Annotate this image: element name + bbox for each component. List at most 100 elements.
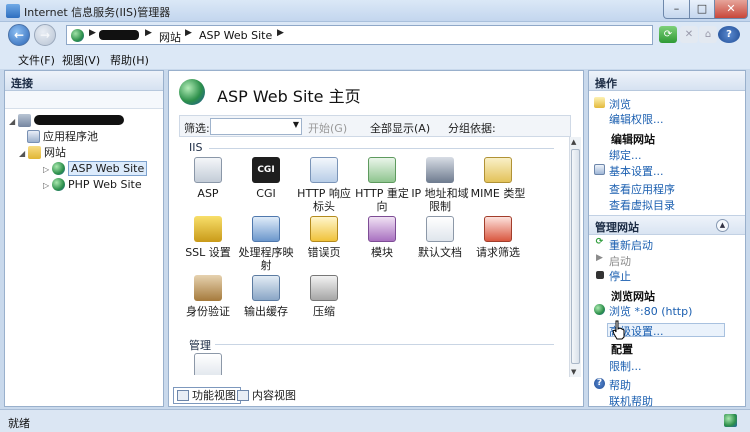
feature-http-redirect[interactable]: HTTP 重定向 [353, 157, 411, 213]
feature-label: 输出缓存 [244, 305, 288, 318]
tree-item-php-web-site[interactable]: ▷ PHP Web Site [43, 177, 142, 193]
actions-header: 操作 [589, 71, 745, 91]
expand-icon[interactable]: ▷ [43, 178, 52, 194]
redacted-server-name [99, 30, 139, 40]
app-pool-icon [27, 130, 40, 143]
action-view-applications[interactable]: 查看应用程序 [609, 181, 675, 197]
menu-bar: 文件(F) 视图(V) 帮助(H) [0, 48, 750, 69]
feature-label: SSL 设置 [185, 246, 231, 259]
feature-compression[interactable]: 压缩 [295, 275, 353, 318]
feature-output-cache[interactable]: 输出缓存 [237, 275, 295, 318]
action-stop[interactable]: 停止 [609, 268, 631, 284]
tab-content-view[interactable]: 内容视图 [233, 387, 301, 404]
feature-asp[interactable]: ASP [179, 157, 237, 200]
filter-bar: 筛选: ▼ 开始(G) 全部显示(A) 分组依据: [179, 115, 571, 137]
tree-item-sites[interactable]: ◢ 网站 [19, 145, 66, 161]
feature-label: 默认文档 [418, 246, 462, 259]
breadcrumb[interactable]: ▶ ▶ 网站 ▶ ASP Web Site ▶ [66, 25, 653, 45]
home-icon[interactable]: ⌂ [699, 26, 717, 43]
maximize-button[interactable]: □ [689, 0, 715, 19]
feature-mime[interactable]: MIME 类型 [469, 157, 527, 200]
page-title: ASP Web Site 主页 [179, 79, 579, 109]
feature-default-doc[interactable]: 默认文档 [411, 216, 469, 259]
action-online-help[interactable]: 联机帮助 [609, 393, 653, 409]
feature-error-pages[interactable]: 错误页 [295, 216, 353, 259]
menu-view[interactable]: 视图(V) [62, 52, 100, 68]
feature-ip-domain[interactable]: IP 地址和域限制 [411, 157, 469, 213]
back-icon[interactable]: ← [8, 24, 30, 46]
minimize-button[interactable]: – [663, 0, 690, 19]
start-button[interactable]: 开始(G) [308, 120, 347, 136]
feature-modules[interactable]: 模块 [353, 216, 411, 259]
scroll-down-icon[interactable]: ▼ [571, 368, 576, 376]
feature-label: 压缩 [313, 305, 335, 318]
action-help[interactable]: 帮助 [609, 377, 631, 393]
ip-restrictions-icon [426, 157, 454, 183]
feature-config-editor[interactable] [179, 353, 237, 375]
collapse-icon[interactable]: ◢ [9, 114, 18, 130]
menu-file[interactable]: 文件(F) [18, 52, 55, 68]
tree-item-app-pools[interactable]: 应用程序池 [27, 129, 98, 145]
breadcrumb-separator[interactable]: ▶ [277, 28, 284, 38]
show-all-button[interactable]: 全部显示(A) [370, 120, 430, 136]
feature-ssl[interactable]: SSL 设置 [179, 216, 237, 259]
feature-handler[interactable]: 处理程序映射 [237, 216, 295, 272]
website-icon [52, 162, 65, 175]
stop-icon[interactable]: ✕ [680, 26, 698, 43]
feature-http-headers[interactable]: HTTP 响应标头 [295, 157, 353, 213]
breadcrumb-sites[interactable]: 网站 [159, 29, 181, 45]
menu-help[interactable]: 帮助(H) [110, 52, 149, 68]
tab-features-view[interactable]: 功能视图 [173, 387, 241, 404]
request-filtering-icon [484, 216, 512, 242]
feature-request-filter[interactable]: 请求筛选 [469, 216, 527, 259]
feature-label: 错误页 [307, 246, 341, 259]
feature-label: HTTP 响应标头 [297, 187, 351, 213]
feature-cgi[interactable]: CGI CGI [237, 157, 295, 200]
section-manage-site[interactable]: 管理网站 ▲ [589, 215, 745, 235]
help-icon[interactable]: ? [718, 26, 740, 43]
feature-auth[interactable]: 身份验证 [179, 275, 237, 318]
breadcrumb-separator[interactable]: ▶ [145, 28, 152, 38]
http-redirect-icon [368, 157, 396, 183]
content-view-icon [237, 390, 249, 401]
refresh-icon[interactable]: ⟳ [659, 26, 677, 43]
server-icon [18, 114, 31, 127]
action-bindings[interactable]: 绑定... [609, 147, 642, 163]
action-browse-port[interactable]: 浏览 *:80 (http) [609, 303, 692, 319]
close-button[interactable]: ✕ [714, 0, 748, 19]
scrollbar-thumb[interactable] [571, 149, 580, 364]
chevron-down-icon[interactable]: ▼ [293, 120, 299, 129]
compression-icon [310, 275, 338, 301]
tree-item-server[interactable]: ◢ [9, 113, 124, 129]
action-basic-settings[interactable]: 基本设置... [609, 163, 664, 179]
address-bar: ← → ▶ ▶ 网站 ▶ ASP Web Site ▶ ⟳ ✕ ⌂ ? [0, 22, 750, 48]
breadcrumb-separator[interactable]: ▶ [89, 28, 96, 38]
expand-icon[interactable]: ▷ [43, 162, 52, 178]
action-edit-permissions[interactable]: 编辑权限... [609, 111, 664, 127]
action-restart[interactable]: 重新启动 [609, 237, 653, 253]
filter-input[interactable]: ▼ [210, 118, 302, 135]
forward-icon[interactable]: → [34, 24, 56, 46]
collapse-icon[interactable]: ◢ [19, 146, 28, 162]
sites-folder-icon [28, 146, 41, 159]
action-view-virtual-dirs[interactable]: 查看虚拟目录 [609, 197, 675, 213]
vertical-scrollbar[interactable]: ▲ ▼ [569, 137, 581, 377]
group-divider [215, 344, 554, 345]
tab-label: 功能视图 [192, 389, 236, 402]
group-management: 管理 [189, 339, 211, 352]
tree-item-asp-web-site[interactable]: ▷ ASP Web Site [43, 161, 148, 178]
action-start[interactable]: 启动 [609, 253, 631, 269]
feature-label: 处理程序映射 [238, 246, 294, 272]
group-by-label[interactable]: 分组依据: [448, 120, 496, 136]
action-limits[interactable]: 限制... [609, 358, 642, 374]
web-browse-icon [594, 304, 605, 315]
scroll-up-icon[interactable]: ▲ [571, 138, 576, 146]
tab-label: 内容视图 [252, 389, 296, 402]
features-view-icon [177, 390, 189, 401]
breadcrumb-separator[interactable]: ▶ [185, 28, 192, 38]
breadcrumb-site[interactable]: ASP Web Site [199, 29, 272, 42]
collapse-icon[interactable]: ▲ [716, 219, 729, 232]
handler-mappings-icon [252, 216, 280, 242]
action-browse[interactable]: 浏览 [609, 96, 631, 112]
tree-label: ASP Web Site [68, 161, 148, 176]
